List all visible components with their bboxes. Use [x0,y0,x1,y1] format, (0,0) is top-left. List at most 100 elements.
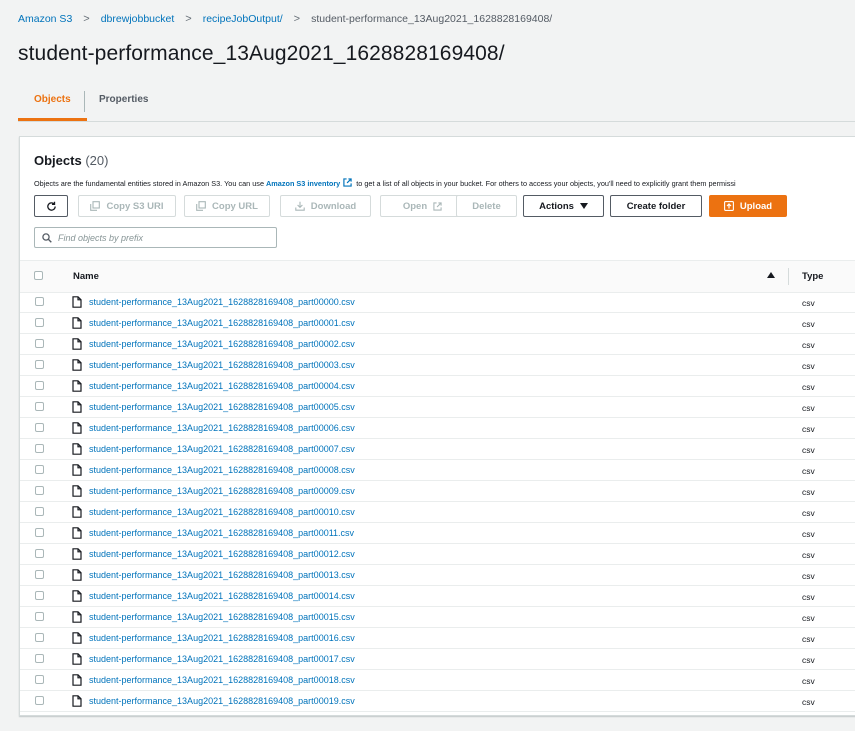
sort-ascending-icon[interactable] [767,272,775,278]
table-row: student-performance_13Aug2021_1628828169… [20,628,855,649]
breadcrumb-item-folder[interactable]: recipeJobOutput/ [203,13,283,25]
delete-button[interactable]: Delete [456,195,517,217]
object-type: csv [802,487,815,497]
breadcrumb-item-bucket[interactable]: dbrewjobbucket [101,13,175,25]
object-name-link[interactable]: student-performance_13Aug2021_1628828169… [89,591,355,601]
object-name-link[interactable]: student-performance_13Aug2021_1628828169… [89,633,355,643]
table-row: student-performance_13Aug2021_1628828169… [20,691,855,712]
object-name-link[interactable]: student-performance_13Aug2021_1628828169… [89,528,354,538]
row-checkbox[interactable] [35,675,44,684]
inventory-link[interactable]: Amazon S3 inventory [266,178,354,188]
column-header-type[interactable]: Type [802,271,823,282]
copy-url-button[interactable]: Copy URL [184,195,270,217]
object-type: csv [802,655,815,665]
object-name-link[interactable]: student-performance_13Aug2021_1628828169… [89,570,355,580]
object-name-link[interactable]: student-performance_13Aug2021_1628828169… [89,318,355,328]
select-all-checkbox[interactable] [34,271,43,280]
inventory-link-label: Amazon S3 inventory [266,179,341,188]
search-icon [42,232,52,243]
create-folder-button[interactable]: Create folder [610,195,702,217]
file-icon [72,632,82,644]
row-checkbox[interactable] [35,360,44,369]
file-icon [72,359,82,371]
object-name-link[interactable]: student-performance_13Aug2021_1628828169… [89,444,355,454]
table-row: student-performance_13Aug2021_1628828169… [20,418,855,439]
object-name-link[interactable]: student-performance_13Aug2021_1628828169… [89,402,355,412]
tab-objects-label: Objects [34,94,71,105]
row-checkbox[interactable] [35,381,44,390]
copy-s3-uri-button[interactable]: Copy S3 URI [78,195,176,217]
object-name-link[interactable]: student-performance_13Aug2021_1628828169… [89,381,355,391]
object-count: (20) [85,153,109,168]
objects-panel: Objects (20) Objects are the fundamental… [19,136,855,716]
tab-properties[interactable]: Properties [99,86,148,119]
object-name-link[interactable]: student-performance_13Aug2021_1628828169… [89,423,355,433]
row-checkbox[interactable] [35,570,44,579]
table-row: student-performance_13Aug2021_1628828169… [20,523,855,544]
active-tab-indicator [18,118,87,121]
row-checkbox[interactable] [35,465,44,474]
row-checkbox[interactable] [35,339,44,348]
row-checkbox[interactable] [35,654,44,663]
upload-label: Upload [739,200,773,212]
download-icon [295,201,305,211]
table-row: student-performance_13Aug2021_1628828169… [20,292,855,313]
file-icon [72,422,82,434]
row-checkbox[interactable] [35,402,44,411]
row-checkbox[interactable] [35,591,44,600]
file-icon [72,296,82,308]
refresh-icon [46,201,56,211]
object-name-link[interactable]: student-performance_13Aug2021_1628828169… [89,675,355,685]
panel-title: Objects (20) [34,153,108,168]
file-icon [72,653,82,665]
object-list: student-performance_13Aug2021_1628828169… [20,292,855,712]
tab-properties-label: Properties [99,94,149,105]
row-checkbox[interactable] [35,423,44,432]
row-checkbox[interactable] [35,444,44,453]
object-name-link[interactable]: student-performance_13Aug2021_1628828169… [89,297,355,307]
row-checkbox[interactable] [35,486,44,495]
row-checkbox[interactable] [35,297,44,306]
table-header: Name Type [20,260,855,293]
object-name-link[interactable]: student-performance_13Aug2021_1628828169… [89,654,355,664]
create-folder-label: Create folder [626,200,686,212]
caret-down-icon [579,203,588,209]
object-name-link[interactable]: student-performance_13Aug2021_1628828169… [89,549,355,559]
breadcrumb-separator-icon: > [293,13,301,25]
tab-objects[interactable]: Objects [18,86,87,121]
column-header-name[interactable]: Name [73,271,99,282]
row-checkbox[interactable] [35,633,44,642]
row-checkbox[interactable] [35,318,44,327]
search-input[interactable] [52,232,258,243]
actions-label: Actions [539,200,574,212]
object-name-link[interactable]: student-performance_13Aug2021_1628828169… [89,696,355,706]
open-button[interactable]: Open [380,195,465,217]
breadcrumb-item-amazon-s3[interactable]: Amazon S3 [18,13,72,25]
upload-icon [723,201,734,211]
object-type: csv [802,445,815,455]
description-text-cont: to get a list of all objects in your buc… [354,179,736,188]
object-name-link[interactable]: student-performance_13Aug2021_1628828169… [89,612,355,622]
object-type: csv [802,571,815,581]
object-name-link[interactable]: student-performance_13Aug2021_1628828169… [89,486,355,496]
row-checkbox[interactable] [35,507,44,516]
row-checkbox[interactable] [35,549,44,558]
download-button[interactable]: Download [280,195,371,217]
object-type: csv [802,529,815,539]
actions-dropdown[interactable]: Actions [523,195,604,217]
delete-label: Delete [472,200,501,212]
breadcrumb-current: student-performance_13Aug2021_1628828169… [311,13,553,25]
file-icon [72,485,82,497]
breadcrumb: Amazon S3 > dbrewjobbucket > recipeJobOu… [18,13,552,25]
row-checkbox[interactable] [35,528,44,537]
copy-icon [90,201,101,211]
upload-button[interactable]: Upload [709,195,787,217]
row-checkbox[interactable] [35,696,44,705]
object-name-link[interactable]: student-performance_13Aug2021_1628828169… [89,507,355,517]
object-name-link[interactable]: student-performance_13Aug2021_1628828169… [89,360,355,370]
object-name-link[interactable]: student-performance_13Aug2021_1628828169… [89,465,355,475]
row-checkbox[interactable] [35,612,44,621]
object-name-link[interactable]: student-performance_13Aug2021_1628828169… [89,339,355,349]
file-icon [72,695,82,707]
refresh-button[interactable] [34,195,68,217]
